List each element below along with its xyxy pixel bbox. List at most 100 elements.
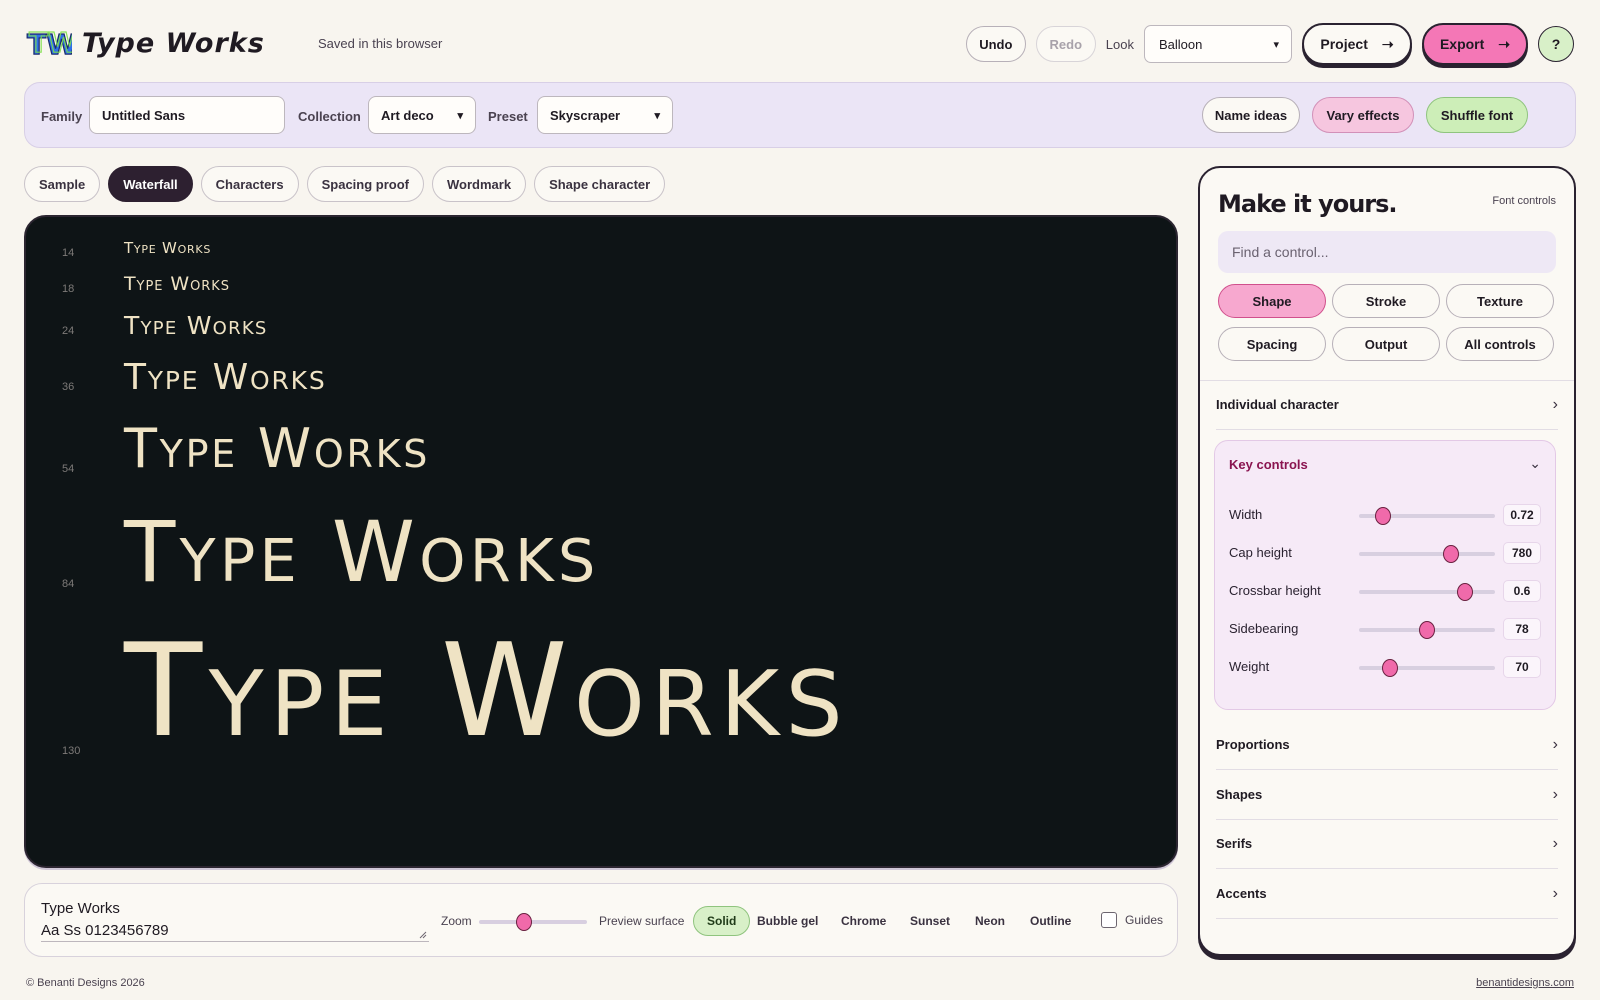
chevron-down-icon: ▾ [654, 109, 660, 122]
accents-label: Accents [1216, 886, 1267, 901]
waterfall-text: Type Works [124, 239, 212, 257]
zoom-slider[interactable] [479, 913, 587, 931]
preset-label: Preset [488, 109, 528, 124]
vary-effects-button[interactable]: Vary effects [1312, 97, 1414, 133]
export-button[interactable]: Export ➝ [1422, 23, 1528, 65]
sample-text-input[interactable]: Type Works Aa Ss 0123456789 [41, 898, 429, 942]
category-all-controls[interactable]: All controls [1446, 327, 1554, 361]
weight-slider[interactable] [1359, 659, 1495, 677]
sample-controls-bar: Type Works Aa Ss 0123456789 Zoom Preview… [24, 883, 1178, 957]
look-select[interactable]: Balloon ▾ [1144, 25, 1292, 63]
waterfall-text: Type Works [124, 417, 431, 480]
crossbar-height-value[interactable]: 0.6 [1503, 580, 1541, 602]
accents-section[interactable]: Accents › [1216, 869, 1558, 919]
project-button[interactable]: Project ➝ [1302, 23, 1412, 65]
chevron-right-icon: › [1552, 834, 1558, 852]
zoom-slider-knob[interactable] [516, 913, 533, 931]
waterfall-size-label: 130 [62, 745, 81, 757]
website-link[interactable]: benantidesigns.com [1476, 977, 1574, 989]
weight-slider-knob[interactable] [1382, 659, 1399, 677]
category-shape[interactable]: Shape [1218, 284, 1326, 318]
surface-neon[interactable]: Neon [962, 906, 1018, 936]
chevron-down-icon: ▾ [1273, 38, 1279, 51]
category-spacing[interactable]: Spacing [1218, 327, 1326, 361]
width-value[interactable]: 0.72 [1503, 504, 1541, 526]
sample-text-line: Type Works [41, 900, 120, 917]
serifs-section[interactable]: Serifs › [1216, 819, 1558, 869]
shapes-section[interactable]: Shapes › [1216, 770, 1558, 820]
category-output[interactable]: Output [1332, 327, 1440, 361]
waterfall-text: Type Works [124, 357, 327, 398]
collection-label: Collection [298, 109, 361, 124]
crossbar-height-slider-knob[interactable] [1457, 583, 1474, 601]
waterfall-size-label: 54 [62, 463, 75, 475]
panel-title: Make it yours. [1218, 190, 1398, 218]
resize-handle-icon[interactable] [419, 931, 427, 939]
cap-height-value[interactable]: 780 [1503, 542, 1541, 564]
preset-select[interactable]: Skyscraper ▾ [537, 96, 673, 134]
tab-spacing-proof[interactable]: Spacing proof [306, 166, 424, 202]
guides-checkbox[interactable] [1101, 912, 1117, 928]
logo[interactable]: TW TW Type Works [26, 26, 265, 60]
category-stroke[interactable]: Stroke [1332, 284, 1440, 318]
redo-button[interactable]: Redo [1035, 26, 1096, 62]
waterfall-preview: 14 Type Works 18 Type Works 24 Type Work… [24, 215, 1178, 868]
tab-shape-character[interactable]: Shape character [534, 166, 666, 202]
project-button-label: Project [1320, 36, 1368, 52]
collection-select-value: Art deco [381, 107, 434, 123]
shuffle-font-button[interactable]: Shuffle font [1426, 97, 1528, 133]
svg-text:TW: TW [29, 26, 72, 59]
width-slider-knob[interactable] [1375, 507, 1392, 525]
help-button[interactable]: ? [1538, 26, 1574, 62]
cap-height-slider-knob[interactable] [1443, 545, 1460, 563]
panel-subtitle: Font controls [1492, 195, 1556, 207]
family-input-value: Untitled Sans [102, 107, 186, 123]
serifs-label: Serifs [1216, 836, 1253, 851]
chevron-right-icon: › [1552, 785, 1558, 803]
surface-solid[interactable]: Solid [693, 906, 751, 936]
individual-character-label: Individual character [1216, 397, 1339, 412]
logo-mark-icon: TW TW [26, 26, 72, 60]
guides-label: Guides [1125, 913, 1164, 927]
tab-sample[interactable]: Sample [24, 166, 101, 202]
zoom-label: Zoom [441, 914, 472, 928]
name-ideas-button[interactable]: Name ideas [1202, 97, 1300, 133]
tab-waterfall[interactable]: Waterfall [108, 166, 193, 202]
font-toolbar: Family Untitled Sans Collection Art deco… [24, 82, 1576, 148]
surface-bubble-gel[interactable]: Bubble gel [744, 906, 831, 936]
sidebearing-slider[interactable] [1359, 621, 1495, 639]
shapes-label: Shapes [1216, 787, 1263, 802]
crossbar-height-slider[interactable] [1359, 583, 1495, 601]
family-input[interactable]: Untitled Sans [89, 96, 285, 134]
guides-toggle[interactable]: Guides [1101, 912, 1163, 928]
tab-wordmark[interactable]: Wordmark [432, 166, 527, 202]
find-control-placeholder: Find a control... [1232, 244, 1329, 260]
surface-outline[interactable]: Outline [1017, 906, 1084, 936]
surface-sunset[interactable]: Sunset [897, 906, 963, 936]
sidebearing-value[interactable]: 78 [1503, 618, 1541, 640]
weight-value[interactable]: 70 [1503, 656, 1541, 678]
chevron-down-icon[interactable]: ⌄ [1529, 455, 1541, 472]
individual-character-section[interactable]: Individual character › [1216, 380, 1558, 430]
key-controls-title[interactable]: Key controls [1229, 457, 1308, 472]
sidebearing-slider-knob[interactable] [1419, 621, 1435, 639]
proportions-section[interactable]: Proportions › [1216, 720, 1558, 770]
look-select-value: Balloon [1159, 36, 1203, 52]
undo-button[interactable]: Undo [965, 26, 1026, 62]
tab-characters[interactable]: Characters [200, 166, 299, 202]
surface-chrome[interactable]: Chrome [828, 906, 899, 936]
app-header: TW TW Type Works Saved in this browser U… [0, 0, 1600, 82]
arrow-right-icon: ➝ [1381, 35, 1394, 52]
waterfall-text: Type Works [124, 311, 268, 340]
find-control-input[interactable]: Find a control... [1218, 231, 1556, 273]
export-button-label: Export [1439, 36, 1485, 52]
sample-text-line: Aa Ss 0123456789 [41, 922, 169, 939]
view-tabs: Sample Waterfall Characters Spacing proo… [24, 166, 666, 202]
font-controls-panel: Make it yours. Font controls Find a cont… [1198, 166, 1576, 956]
category-texture[interactable]: Texture [1446, 284, 1554, 318]
cap-height-slider[interactable] [1359, 545, 1495, 563]
key-controls-section: Key controls ⌄ Width 0.72 Cap height 780… [1214, 440, 1556, 710]
collection-select[interactable]: Art deco ▾ [368, 96, 476, 134]
waterfall-size-label: 18 [62, 283, 75, 295]
width-slider[interactable] [1359, 507, 1495, 525]
